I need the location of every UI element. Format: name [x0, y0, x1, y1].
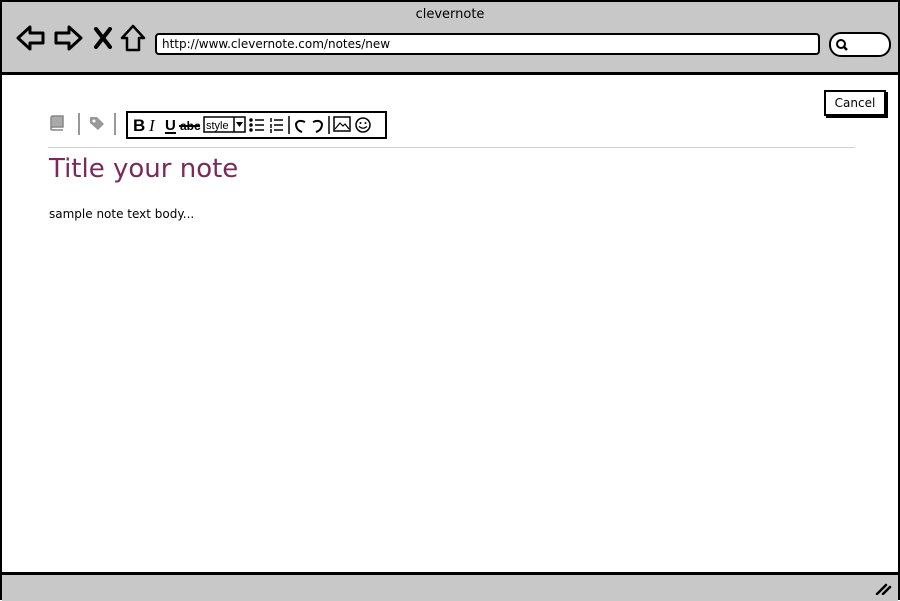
stop-icon[interactable]	[94, 27, 112, 49]
toolbar-divider	[78, 113, 80, 135]
svg-text:I: I	[148, 116, 156, 135]
toolbar-divider	[114, 113, 116, 135]
browser-chrome: clevernote http://www.clevernote.com/not…	[2, 2, 898, 75]
browser-window: clevernote http://www.clevernote.com/not…	[0, 0, 900, 601]
svg-text:U: U	[165, 117, 176, 134]
note-title-input[interactable]: Title your note	[49, 154, 238, 184]
note-body-editor[interactable]: sample note text body...	[49, 207, 194, 221]
home-icon[interactable]	[120, 24, 146, 52]
cancel-button[interactable]: Cancel	[824, 90, 886, 116]
address-bar[interactable]: http://www.clevernote.com/notes/new	[155, 33, 820, 55]
status-bar	[2, 572, 898, 601]
resize-grip-icon[interactable]	[874, 580, 892, 599]
rich-text-toolbar[interactable]: B I U abc style	[126, 111, 387, 139]
window-title: clevernote	[415, 7, 485, 22]
style-dropdown-label: style	[206, 120, 229, 132]
search-icon	[836, 39, 848, 51]
forward-icon[interactable]	[53, 24, 83, 52]
notebook-icon[interactable]	[48, 114, 66, 136]
back-icon[interactable]	[16, 24, 46, 52]
editor-divider	[48, 147, 855, 148]
svg-text:B: B	[133, 116, 145, 135]
search-field[interactable]	[829, 32, 891, 57]
tag-icon[interactable]	[88, 114, 106, 136]
